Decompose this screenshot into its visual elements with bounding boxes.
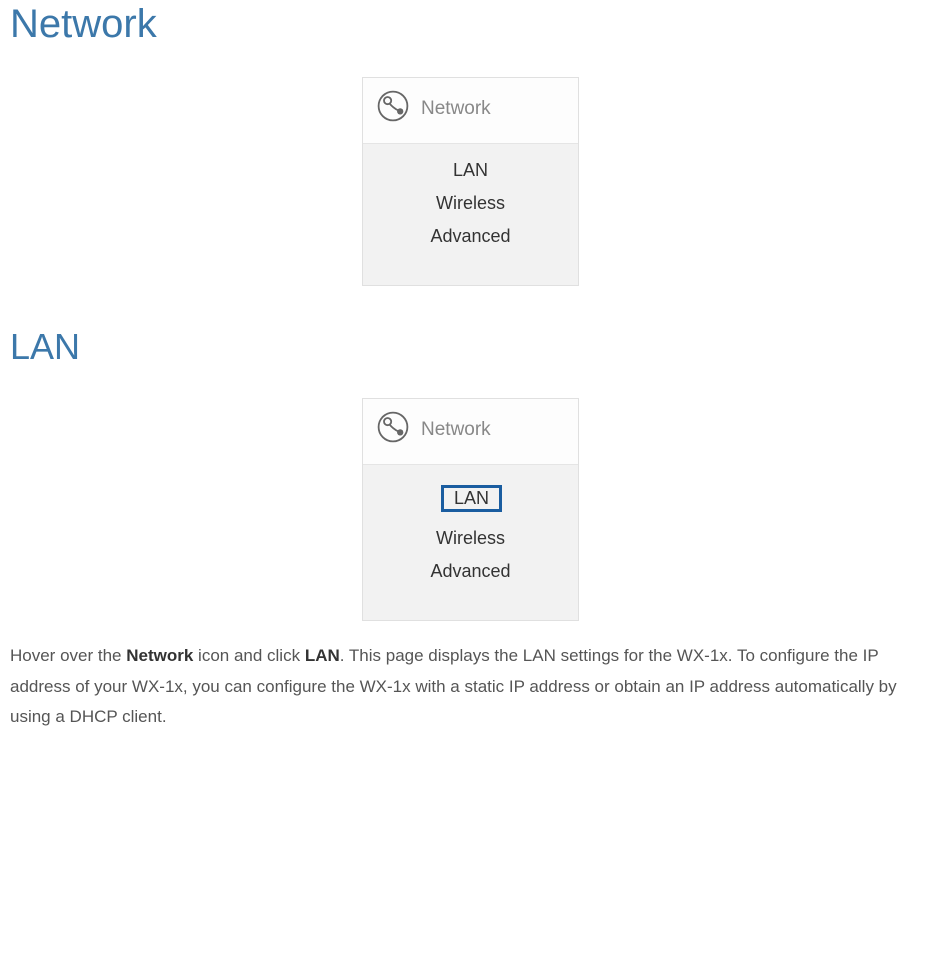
menu-item-lan-selected-row: LAN (363, 477, 578, 520)
network-menu-figure-2: Network LAN Wireless Advanced (362, 398, 579, 621)
menu-item-lan[interactable]: LAN (441, 485, 502, 512)
menu-header[interactable]: Network (363, 399, 578, 465)
desc-bold-network: Network (126, 646, 193, 665)
desc-bold-lan: LAN (305, 646, 340, 665)
menu-items: LAN Wireless Advanced (363, 144, 578, 285)
section-title-network: Network (10, 2, 931, 47)
desc-text: icon and click (193, 646, 305, 665)
menu-item-advanced[interactable]: Advanced (363, 222, 578, 251)
network-icon (375, 409, 411, 450)
menu-item-wireless[interactable]: Wireless (363, 524, 578, 553)
desc-text: Hover over the (10, 646, 126, 665)
menu-item-lan[interactable]: LAN (363, 156, 578, 185)
menu-items: LAN Wireless Advanced (363, 465, 578, 620)
network-menu-figure-1: Network LAN Wireless Advanced (362, 77, 579, 286)
lan-description: Hover over the Network icon and click LA… (10, 641, 931, 733)
menu-item-wireless[interactable]: Wireless (363, 189, 578, 218)
menu-header-label: Network (421, 98, 491, 120)
menu-header[interactable]: Network (363, 78, 578, 144)
menu-item-advanced[interactable]: Advanced (363, 557, 578, 586)
menu-header-label: Network (421, 419, 491, 441)
network-icon (375, 88, 411, 129)
section-title-lan: LAN (10, 326, 931, 368)
